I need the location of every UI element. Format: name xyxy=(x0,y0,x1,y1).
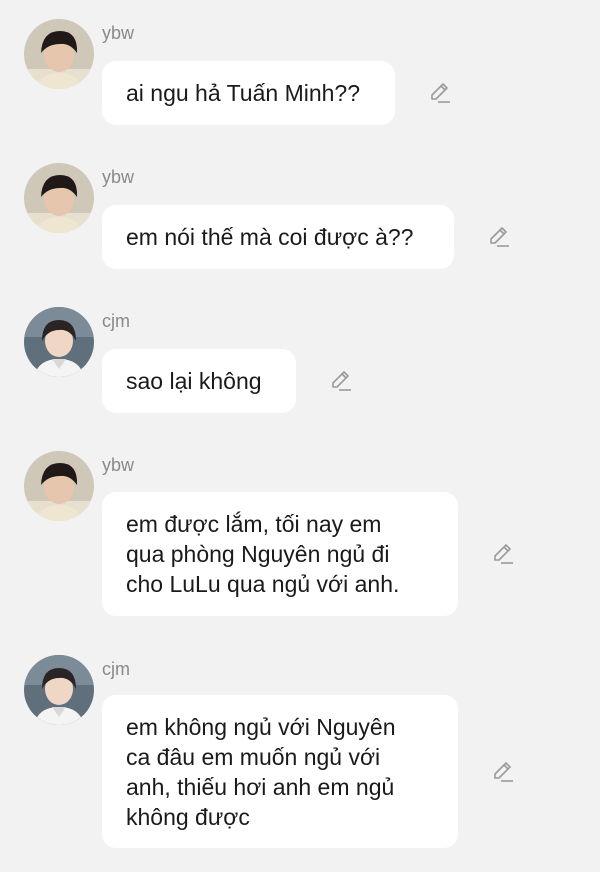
pencil-icon[interactable] xyxy=(487,225,511,249)
pencil-icon[interactable] xyxy=(428,81,452,105)
avatar[interactable] xyxy=(24,19,94,89)
message-bubble[interactable]: em không ngủ với Nguyên ca đâu em muốn n… xyxy=(102,695,458,848)
message-bubble[interactable]: ai ngu hả Tuấn Minh?? xyxy=(102,61,395,125)
avatar[interactable] xyxy=(24,307,94,377)
user-avatar-icon xyxy=(24,307,94,377)
user-avatar-icon xyxy=(24,451,94,521)
pencil-icon[interactable] xyxy=(491,760,515,784)
username: cjm xyxy=(102,659,130,679)
pencil-icon[interactable] xyxy=(491,542,515,566)
user-avatar-icon xyxy=(24,655,94,725)
username: ybw xyxy=(102,23,135,43)
username: cjm xyxy=(102,311,130,331)
pencil-icon[interactable] xyxy=(329,369,353,393)
username: ybw xyxy=(102,167,135,187)
avatar[interactable] xyxy=(24,451,94,521)
message-bubble[interactable]: sao lại không xyxy=(102,349,296,413)
avatar[interactable] xyxy=(24,655,94,725)
avatar[interactable] xyxy=(24,163,94,233)
user-avatar-icon xyxy=(24,19,94,89)
message-bubble[interactable]: em được lắm, tối nay em qua phòng Nguyên… xyxy=(102,492,458,616)
user-avatar-icon xyxy=(24,163,94,233)
message-bubble[interactable]: em nói thế mà coi được à?? xyxy=(102,205,454,269)
username: ybw xyxy=(102,455,135,475)
